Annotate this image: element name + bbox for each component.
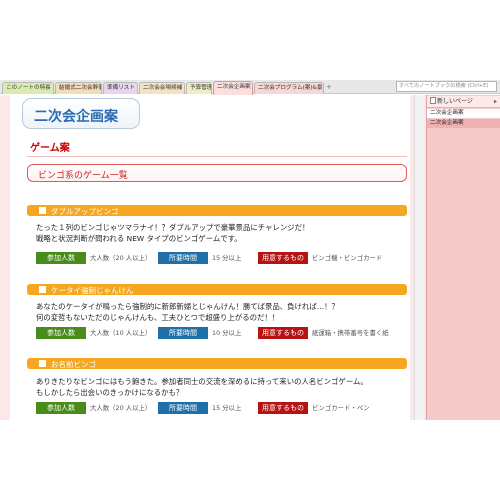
game-ideas-heading: ゲーム案 bbox=[30, 143, 70, 154]
new-page-label: 新しいページ bbox=[437, 98, 473, 105]
duration-value: 10 分以上 bbox=[212, 329, 242, 337]
heading-divider bbox=[27, 156, 407, 157]
game-info-row: 参加人数 大人数（20 人以上） 所要時間 15 分以上 用意するもの ビンゴカ… bbox=[36, 402, 406, 414]
supplies-label: 用意するもの bbox=[258, 252, 308, 264]
add-section-icon[interactable]: + bbox=[326, 82, 332, 93]
game-info-row: 参加人数 大人数（10 人以上） 所要時間 10 分以上 用意するもの 紙運箱・… bbox=[36, 327, 406, 339]
bingo-section-header: ビンゴ系のゲーム一覧 bbox=[27, 164, 407, 182]
participants-label: 参加人数 bbox=[36, 252, 86, 264]
game-description-line: たった１列のビンゴじゃツマラナイ！？ダブルアップで豪華景品にチャレンジだ！ bbox=[36, 223, 310, 232]
participants-value: 大人数（20 人以上） bbox=[90, 254, 152, 262]
square-bullet-icon bbox=[39, 286, 46, 293]
duration-label: 所要時間 bbox=[158, 252, 208, 264]
game-title: ダブルアップビンゴ bbox=[51, 207, 119, 216]
game-description-line: もしかしたら出会いのきっかけになるかも？ bbox=[36, 388, 184, 397]
bingo-section-title: ビンゴ系のゲーム一覧 bbox=[38, 171, 128, 181]
section-tab-bar: このノートの特長 結婚式二次会幹事 準備リスト 二次会会場候補 予算管理 二次会… bbox=[0, 80, 500, 95]
participants-value: 大人数（20 人以上） bbox=[90, 404, 152, 412]
blank-area bbox=[0, 420, 500, 500]
supplies-value: 紙運箱・携帯番号を書く紙 bbox=[312, 329, 389, 337]
page-canvas: 二次会企画案 ゲーム案 ビンゴ系のゲーム一覧 ダブルアップビンゴ たった１列のビ… bbox=[0, 95, 426, 420]
game-title-bar: ケータイ強制じゃんけん bbox=[27, 284, 407, 295]
page-title-box[interactable]: 二次会企画案 bbox=[22, 98, 140, 129]
participants-value: 大人数（10 人以上） bbox=[90, 329, 152, 337]
supplies-value: ビンゴカード・ペン bbox=[312, 404, 370, 412]
game-title: ケータイ強制じゃんけん bbox=[51, 286, 134, 295]
page-list-item-selected[interactable]: 二次会企画案 bbox=[427, 119, 500, 128]
duration-label: 所要時間 bbox=[158, 402, 208, 414]
participants-label: 参加人数 bbox=[36, 402, 86, 414]
square-bullet-icon bbox=[39, 207, 46, 214]
game-title-bar: ダブルアップビンゴ bbox=[27, 205, 407, 216]
game-description-line: あなたのケータイが鳴ったら強制的に新郎新婦とじゃんけん！勝てば景品、負ければ…！… bbox=[36, 302, 339, 311]
tab-venue-candidates[interactable]: 二次会会場候補 bbox=[139, 82, 185, 94]
page-list-panel: 新しいページ ▸ 二次会企画案 二次会企画案 bbox=[426, 95, 500, 420]
game-title-bar: お名前ビンゴ bbox=[27, 358, 407, 369]
page-list-item[interactable]: 二次会企画案 bbox=[427, 109, 500, 118]
duration-label: 所要時間 bbox=[158, 327, 208, 339]
supplies-label: 用意するもの bbox=[258, 402, 308, 414]
page-content: 二次会企画案 ゲーム案 ビンゴ系のゲーム一覧 ダブルアップビンゴ たった１列のビ… bbox=[10, 95, 410, 420]
chevron-right-icon[interactable]: ▸ bbox=[494, 96, 497, 107]
game-info-row: 参加人数 大人数（20 人以上） 所要時間 15 分以上 用意するもの ビンゴ機… bbox=[36, 252, 406, 264]
duration-value: 15 分以上 bbox=[212, 254, 242, 262]
notebook-search-input[interactable]: すべてのノートブックの検索 (Ctrl+E) bbox=[396, 81, 497, 92]
supplies-label: 用意するもの bbox=[258, 327, 308, 339]
tab-party-plan[interactable]: 二次会企画案 bbox=[213, 81, 253, 95]
new-page-icon bbox=[430, 97, 436, 104]
vertical-scrollbar[interactable] bbox=[414, 95, 424, 420]
participants-label: 参加人数 bbox=[36, 327, 86, 339]
tab-budget[interactable]: 予算管理 bbox=[186, 82, 212, 94]
duration-value: 15 分以上 bbox=[212, 404, 242, 412]
page-title: 二次会企画案 bbox=[34, 109, 118, 125]
square-bullet-icon bbox=[39, 360, 46, 367]
tab-notebook-features[interactable]: このノートの特長 bbox=[2, 82, 54, 94]
supplies-value: ビンゴ機・ビンゴカード bbox=[312, 254, 383, 262]
tab-wedding-party-organizer[interactable]: 結婚式二次会幹事 bbox=[55, 82, 102, 94]
tab-party-program[interactable]: 二次会プログラム(案)&景品 bbox=[254, 82, 324, 94]
game-description-line: 何の変哲もないただのじゃんけんも、工夫ひとつで超盛り上がるのだ！！ bbox=[36, 313, 280, 322]
game-description-line: ありきたりなビンゴにはもう飽きた。参加者同士の交流を深めるに持って来いの人名ビン… bbox=[36, 377, 368, 386]
game-title: お名前ビンゴ bbox=[51, 360, 96, 369]
new-page-button[interactable]: 新しいページ ▸ bbox=[427, 96, 500, 108]
game-description-line: 戦略と状況判断が問われる NEW タイプのビンゴゲームです。 bbox=[36, 234, 242, 243]
tab-preparation-list[interactable]: 準備リスト bbox=[103, 82, 138, 94]
